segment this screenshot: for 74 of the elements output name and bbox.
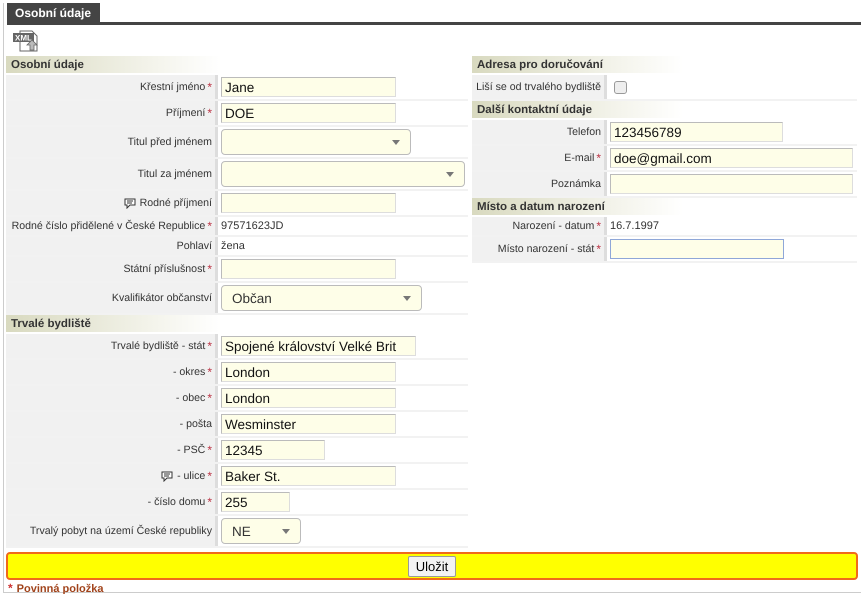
required-mark: * xyxy=(207,106,212,120)
field-label: - obec xyxy=(176,392,206,404)
field-label: Státní příslušnost xyxy=(123,263,206,275)
section-heading: Adresa pro doručování xyxy=(477,58,603,70)
field-label: - číslo domu xyxy=(148,496,206,508)
section-tab[interactable]: Osobní údaje xyxy=(7,3,100,22)
required-mark: * xyxy=(207,495,212,509)
speech-bubble-icon[interactable] xyxy=(161,470,174,482)
dropdown[interactable] xyxy=(221,161,465,187)
field-label: Trvalé bydliště - stát xyxy=(110,340,206,352)
required-legend: Povinná položka xyxy=(16,583,104,594)
required-mark: * xyxy=(596,151,601,165)
dropdown-arrow-icon xyxy=(403,296,411,300)
required-mark: * xyxy=(207,391,212,405)
text-field[interactable]: Spojené království Velké Brit xyxy=(221,336,416,356)
field-label: Rodné číslo přidělené v České Republice xyxy=(12,220,206,232)
required-mark: * xyxy=(207,80,212,94)
text-field[interactable]: London xyxy=(221,362,396,382)
dropdown-arrow-icon xyxy=(282,528,290,534)
section-heading: Trvalé bydliště xyxy=(11,318,91,330)
dropdown[interactable]: Občan xyxy=(221,285,422,311)
field-label: Křestní jméno xyxy=(140,81,206,93)
field-label: Pohlaví xyxy=(176,240,212,252)
field-value: 16.7.1997 xyxy=(610,220,659,232)
text-field[interactable] xyxy=(610,239,784,259)
required-mark: * xyxy=(207,365,212,379)
field-label: - pošta xyxy=(180,418,212,430)
text-field[interactable]: 255 xyxy=(221,492,290,512)
field-label: Rodné příjmení xyxy=(140,197,212,209)
dropdown-arrow-icon xyxy=(446,172,454,176)
required-mark: * xyxy=(207,469,212,483)
speech-bubble-icon[interactable] xyxy=(124,198,136,208)
save-button[interactable]: Uložit xyxy=(408,556,456,576)
dropdown-arrow-icon xyxy=(392,140,400,144)
text-field[interactable] xyxy=(610,174,853,194)
field-label: Příjmení xyxy=(166,107,206,119)
field-label: E-mail xyxy=(564,152,594,164)
text-field[interactable]: DOE xyxy=(221,103,396,123)
text-field[interactable] xyxy=(221,193,396,213)
text-field[interactable]: doe@gmail.com xyxy=(610,148,853,168)
section-heading: Další kontaktní údaje xyxy=(477,104,592,116)
text-field[interactable]: 12345 xyxy=(221,440,325,460)
section-heading: Místo a datum narození xyxy=(477,200,605,212)
field-label: Poznámka xyxy=(550,178,601,190)
required-mark: * xyxy=(207,262,212,276)
text-field[interactable]: Baker St. xyxy=(221,466,396,486)
field-label: Titul před jménem xyxy=(128,136,212,148)
required-mark: * xyxy=(207,443,212,457)
field-label: - PSČ xyxy=(177,444,206,456)
checkbox[interactable] xyxy=(614,80,627,94)
text-field[interactable]: London xyxy=(221,388,396,408)
required-mark: * xyxy=(207,339,212,353)
field-label: Titul za jménem xyxy=(138,168,212,180)
field-label: Liší se od trvalého bydliště xyxy=(476,81,601,93)
field-label: Narození - datum xyxy=(512,220,594,232)
required-mark: * xyxy=(207,219,212,233)
required-mark: * xyxy=(8,581,13,594)
field-value: žena xyxy=(221,240,245,252)
required-mark: * xyxy=(596,219,601,233)
field-label: Telefon xyxy=(566,126,601,138)
field-label: - ulice xyxy=(177,470,206,482)
section-heading: Osobní údaje xyxy=(11,58,84,70)
field-value: 97571623JD xyxy=(221,220,284,232)
text-field[interactable]: Wesminster xyxy=(221,414,396,434)
field-label: Kvalifikátor občanství xyxy=(112,292,212,304)
required-mark: * xyxy=(596,242,601,256)
field-label: Místo narození - stát xyxy=(498,243,594,255)
text-field[interactable] xyxy=(221,259,396,279)
dropdown[interactable] xyxy=(221,129,411,155)
field-label: - okres xyxy=(172,366,206,378)
field-label: Trvalý pobyt na území České republiky xyxy=(30,525,212,537)
text-field[interactable]: Jane xyxy=(221,77,396,97)
dropdown[interactable]: NE xyxy=(221,518,301,544)
text-field[interactable]: 123456789 xyxy=(610,122,783,142)
